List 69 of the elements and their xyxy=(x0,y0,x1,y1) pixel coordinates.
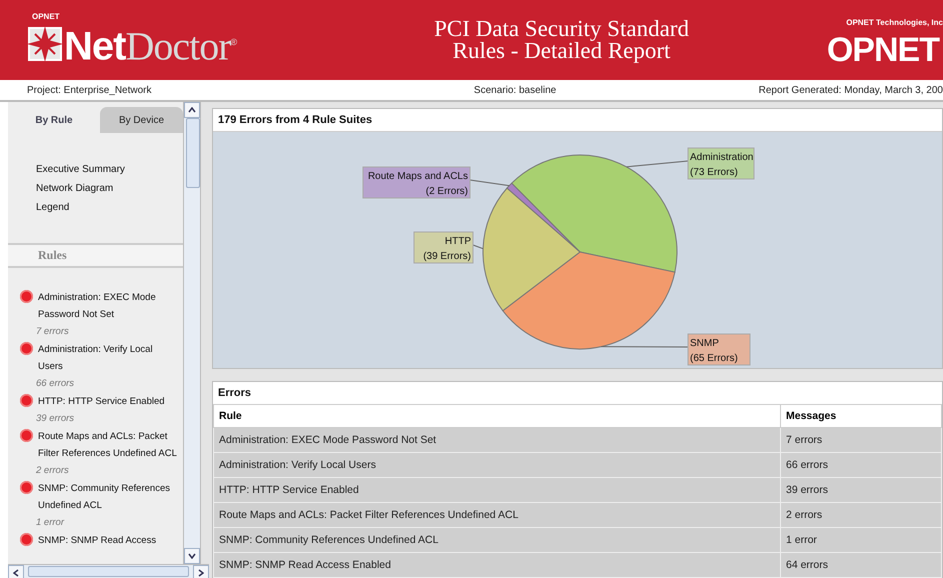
leader-line xyxy=(470,180,510,186)
slice-value: (39 Errors) xyxy=(423,251,471,262)
slice-label: Route Maps and ACLs xyxy=(368,171,468,182)
nav-link[interactable]: Executive Summary xyxy=(36,164,183,175)
error-count: 66 errors xyxy=(36,377,76,391)
leader-line xyxy=(472,244,484,250)
error-count: 2 errors xyxy=(36,464,70,478)
scroll-left-icon[interactable] xyxy=(13,569,19,577)
error-icon xyxy=(20,429,33,442)
label-background xyxy=(688,334,750,366)
table-cell: 39 errors xyxy=(780,478,942,502)
error-count: 1 error xyxy=(36,516,66,530)
table-cell: Route Maps and ACLs: Packet Filter References Undefined ACL xyxy=(214,502,780,528)
table-cell: 64 errors xyxy=(780,552,942,578)
scroll-right-icon[interactable] xyxy=(198,569,204,577)
vertical-scrollbar[interactable] xyxy=(184,102,201,564)
rules-heading: Rules xyxy=(8,243,183,268)
table-title: Errors xyxy=(217,386,252,401)
table-cell: 66 errors xyxy=(780,452,942,478)
label-background xyxy=(688,148,754,180)
column-header: Rule xyxy=(214,404,780,428)
table-cell: 1 error xyxy=(780,528,942,552)
slice-label: Administration xyxy=(690,152,754,163)
scroll-thumb[interactable] xyxy=(28,566,189,577)
report-title: PCI Data Security Standard xyxy=(434,18,689,40)
slice-label: HTTP xyxy=(444,236,471,247)
scenario-label: Scenario: baseline xyxy=(474,84,556,96)
report-date: Report Generated: Monday, March 3, 200 xyxy=(758,84,943,96)
slice-value: (65 Errors) xyxy=(690,353,738,364)
error-icon xyxy=(20,533,33,546)
error-count: 7 errors xyxy=(36,325,70,339)
table-cell: Administration: Verify Local Users xyxy=(214,452,780,478)
report-title: Rules - Detailed Report xyxy=(452,40,672,62)
rule-link[interactable]: Administration: EXEC Mode Password Not Set xyxy=(38,289,177,323)
star-icon xyxy=(28,27,62,62)
column-header: Messages xyxy=(780,404,942,428)
nav-link[interactable]: Legend xyxy=(36,202,183,213)
company-name: OPNET Technologies, Inc xyxy=(846,18,943,26)
error-icon xyxy=(20,342,33,355)
table-cell: SNMP: Community References Undefined ACL xyxy=(214,528,780,552)
error-icon xyxy=(20,481,33,494)
horizontal-scrollbar[interactable] xyxy=(8,564,209,578)
chart-title: 179 Errors from 4 Rule Suites xyxy=(217,113,374,128)
scroll-down-icon[interactable] xyxy=(188,553,196,559)
rule-link[interactable]: Route Maps and ACLs: Packet Filter References Undefined ACL xyxy=(38,428,177,462)
sidebar-tab[interactable]: By Device xyxy=(100,107,183,133)
slice-value: (73 Errors) xyxy=(690,167,738,178)
error-icon xyxy=(20,394,33,407)
scroll-thumb[interactable] xyxy=(186,118,200,188)
error-icon xyxy=(20,290,33,303)
table-cell: SNMP: SNMP Read Access Enabled xyxy=(214,552,780,578)
table-cell: Administration: EXEC Mode Password Not Set xyxy=(214,428,780,452)
label-background xyxy=(414,232,474,264)
table-cell: HTTP: HTTP Service Enabled xyxy=(214,478,780,502)
table-cell: 7 errors xyxy=(780,428,942,452)
nav-link[interactable]: Network Diagram xyxy=(36,183,183,194)
slice-value: (2 Errors) xyxy=(426,186,468,197)
slice-label: SNMP xyxy=(690,338,719,349)
rule-link[interactable]: SNMP: SNMP Read Access xyxy=(38,532,156,549)
error-count: 39 errors xyxy=(36,412,76,426)
rule-link[interactable]: Administration: Verify Local Users xyxy=(38,341,177,375)
table-cell: 2 errors xyxy=(780,502,942,528)
rule-link[interactable]: HTTP: HTTP Service Enabled xyxy=(38,393,165,410)
rule-link[interactable]: SNMP: Community References Undefined ACL xyxy=(38,480,177,514)
company-logo: OPNET xyxy=(826,32,940,66)
scroll-up-icon[interactable] xyxy=(188,107,196,113)
project-label: Project: Enterprise_Network xyxy=(27,84,152,96)
brand-label: OPNET xyxy=(32,12,61,22)
leader-line xyxy=(626,160,688,168)
